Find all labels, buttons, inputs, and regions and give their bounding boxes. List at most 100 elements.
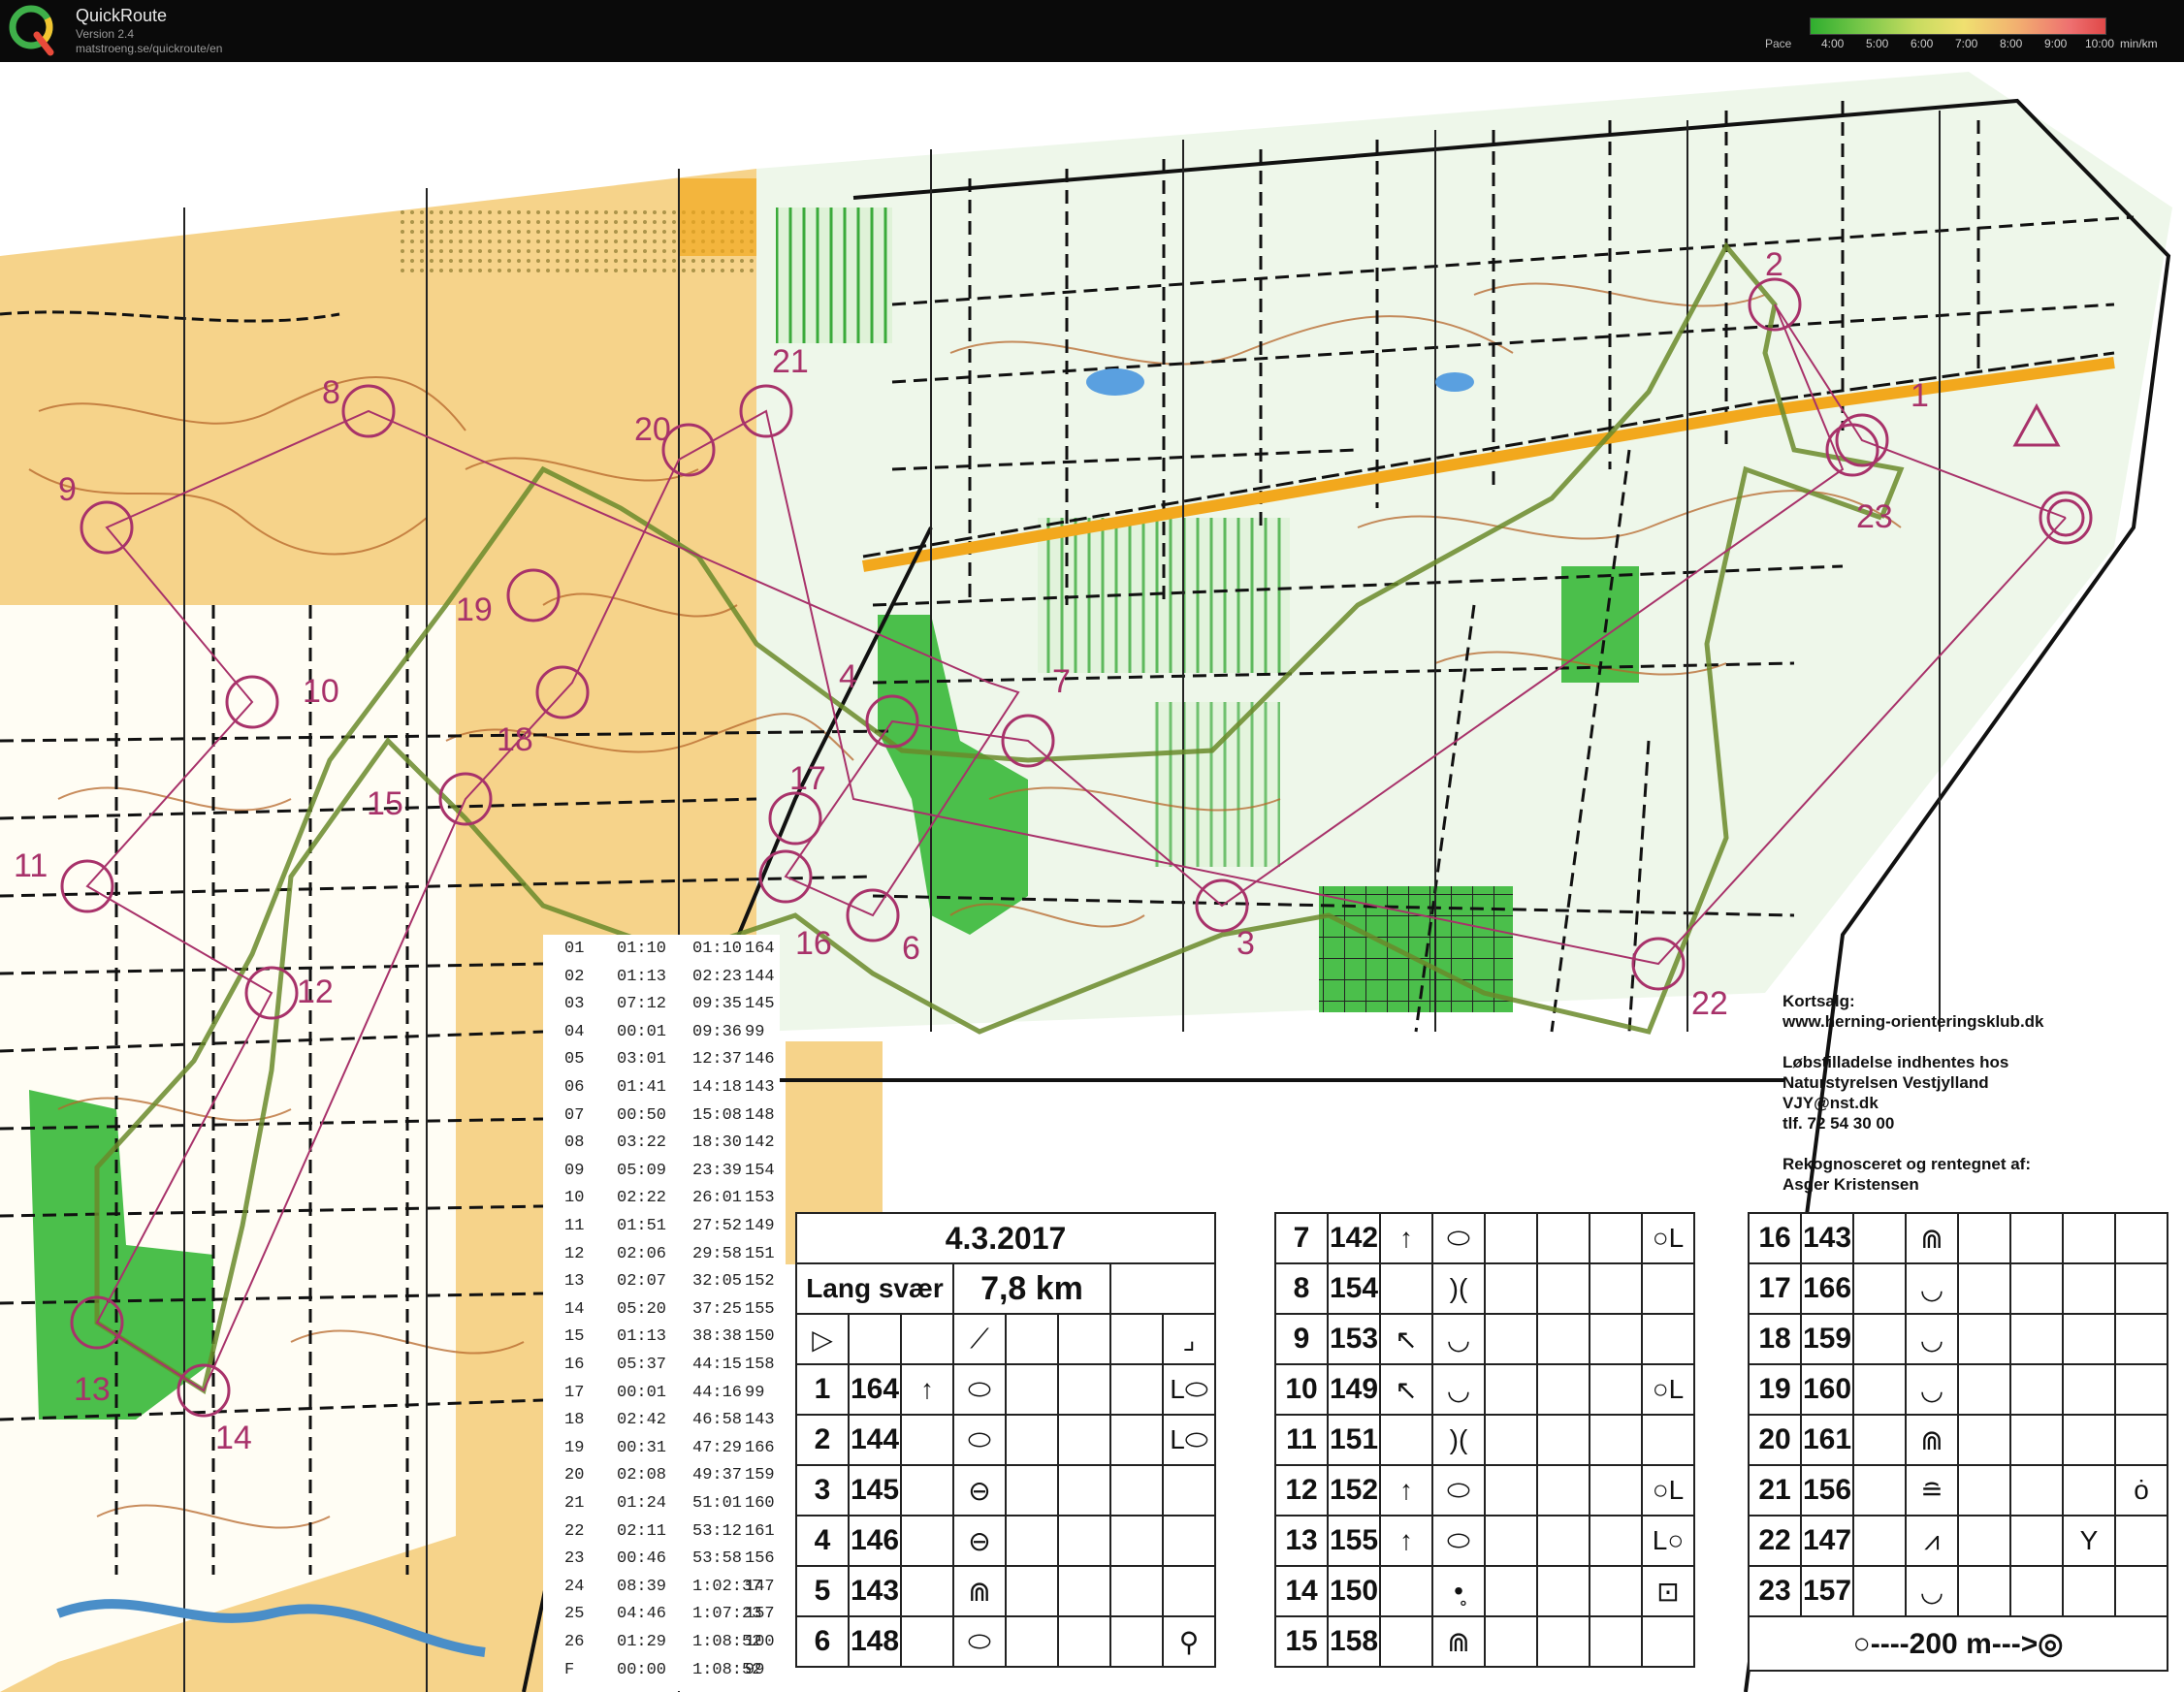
app-title: QuickRoute [76,6,168,25]
split-leg-time: 02:08 [617,1466,667,1485]
control-code: 147 [1800,1515,1854,1567]
split-total-time: 09:35 [692,995,743,1014]
split-row: 25 04:46 1:07:23 157 [543,1602,780,1627]
control-code: 161 [1800,1414,1854,1466]
course-class: Lang svær [795,1262,954,1315]
control-sequence-number: 12 [1274,1464,1329,1516]
detail-symbol-icon [1109,1363,1164,1416]
split-control: 20 [564,1466,585,1485]
direction-symbol-icon [1852,1414,1907,1466]
control-label: 15 [367,785,403,822]
split-row: 24 08:39 1:02:37 147 [543,1575,780,1600]
split-control: 05 [564,1050,585,1069]
control-code: 146 [848,1515,902,1567]
detail-symbol-icon [1109,1515,1164,1567]
feature-symbol-icon: ◡ [1431,1363,1486,1416]
split-leg-time: 01:41 [617,1078,667,1097]
marsh-area [1154,702,1280,867]
info-line: Kortsalg: [1783,992,1855,1010]
split-control: F [564,1660,575,1679]
split-code: 151 [745,1244,775,1263]
location-symbol-icon [1641,1615,1695,1668]
control-code: 143 [1800,1212,1854,1264]
control-sequence-number: 7 [1274,1212,1329,1264]
location-symbol-icon [2114,1515,2168,1567]
location-symbol-icon: ȯ [2114,1464,2168,1516]
feature-symbol-icon: ◡ [1431,1313,1486,1365]
split-total-time: 29:58 [692,1244,743,1263]
info-line: tlf. 72 54 30 00 [1783,1114,1895,1133]
split-control: 10 [564,1189,585,1208]
split-row: 03 07:12 09:35 145 [543,992,780,1017]
split-leg-time: 08:39 [617,1577,667,1596]
location-symbol-icon: L⬭ [1162,1414,1216,1466]
detail-symbol-icon [1109,1615,1164,1668]
feature-symbol-icon: ⊖ [952,1464,1007,1516]
pond [1435,372,1474,392]
control-code: 155 [1327,1515,1381,1567]
description-row: 9 153 ↖ ◡ [1274,1313,1695,1365]
split-code: 144 [745,967,775,986]
split-leg-time: 01:13 [617,967,667,986]
detail-symbol-icon [1109,1565,1164,1617]
direction-symbol-icon: ↖ [1379,1313,1433,1365]
split-total-time: 32:05 [692,1272,743,1292]
direction-symbol-icon [900,1615,954,1668]
finish-distance: ○----200 m--->◎ [1748,1615,2168,1672]
description-row: 2 144 ⬭ L⬭ [795,1414,1216,1466]
split-leg-time: 05:20 [617,1299,667,1319]
direction-symbol-icon [1852,1262,1907,1315]
control-code: 142 [1327,1212,1381,1264]
info-line: Rekognosceret og rentegnet af: [1783,1155,2031,1173]
control-sequence-number: 11 [1274,1414,1329,1466]
split-leg-time: 00:01 [617,1022,667,1041]
split-row: 10 02:22 26:01 153 [543,1186,780,1211]
info-line: VJY@nst.dk [1783,1094,1879,1112]
description-row: 21 156 ≘ ȯ [1748,1464,2168,1516]
split-code: 152 [745,1272,775,1292]
split-control: 11 [564,1217,585,1235]
control-description-table-3: 16 143 ⋒ 17 166 ◡ 18 159 ◡ 19 160 ◡ 20 161 ⋒ 21 156 ≘ ȯ 22 1… [1748,1212,2168,1672]
control-code: 143 [848,1565,902,1617]
split-leg-time: 00:31 [617,1438,667,1457]
app-url-link[interactable]: matstroeng.se/quickroute/en [76,42,222,55]
location-symbol-icon: ⚲ [1162,1615,1216,1668]
split-row: 20 02:08 49:37 159 [543,1463,780,1488]
location-symbol-icon: ○L [1641,1212,1695,1264]
split-times-panel: 01 01:10 01:10 164 02 01:13 02:23 144 03 07:12 09:… [543,935,780,1691]
direction-symbol-icon: ↖ [1379,1363,1433,1416]
detail-symbol-icon [1589,1615,1643,1668]
split-code: 143 [745,1411,775,1430]
location-symbol-icon [2114,1565,2168,1617]
control-label: 13 [74,1371,111,1408]
event-date: 4.3.2017 [795,1212,1216,1264]
description-row: 4 146 ⊖ [795,1515,1216,1567]
feature-symbol-icon: ⬭ [952,1363,1007,1416]
control-sequence-number: 16 [1748,1212,1802,1264]
control-label: 10 [303,673,339,710]
split-row: 13 02:07 32:05 152 [543,1269,780,1294]
control-label: 8 [322,374,340,411]
control-label: 17 [789,760,826,797]
corner-symbol-icon: ⌟ [1162,1313,1216,1365]
description-row: 3 145 ⊖ [795,1464,1216,1516]
split-total-time: 46:58 [692,1411,743,1430]
split-code: 157 [745,1605,775,1624]
split-control: 23 [564,1549,585,1569]
split-row: 16 05:37 44:15 158 [543,1353,780,1378]
split-row: 21 01:24 51:01 160 [543,1491,780,1516]
description-row: 5 143 ⋒ [795,1565,1216,1617]
control-code: 145 [848,1464,902,1516]
split-leg-time: 04:46 [617,1605,667,1624]
start-triangle-icon: ▷ [795,1313,850,1365]
pace-color-scale[interactable] [1810,17,2106,35]
open-land-orange [679,178,756,256]
split-code: 153 [745,1189,775,1208]
course-length: 7,8 km [952,1262,1111,1315]
location-symbol-icon: L○ [1641,1515,1695,1567]
description-row: 7 142 ↑ ⬭ ○L [1274,1212,1695,1264]
control-sequence-number: 2 [795,1414,850,1466]
feature-symbol-icon: ⋒ [1905,1414,1959,1466]
control-sequence-number: 14 [1274,1565,1329,1617]
direction-symbol-icon [900,1515,954,1567]
